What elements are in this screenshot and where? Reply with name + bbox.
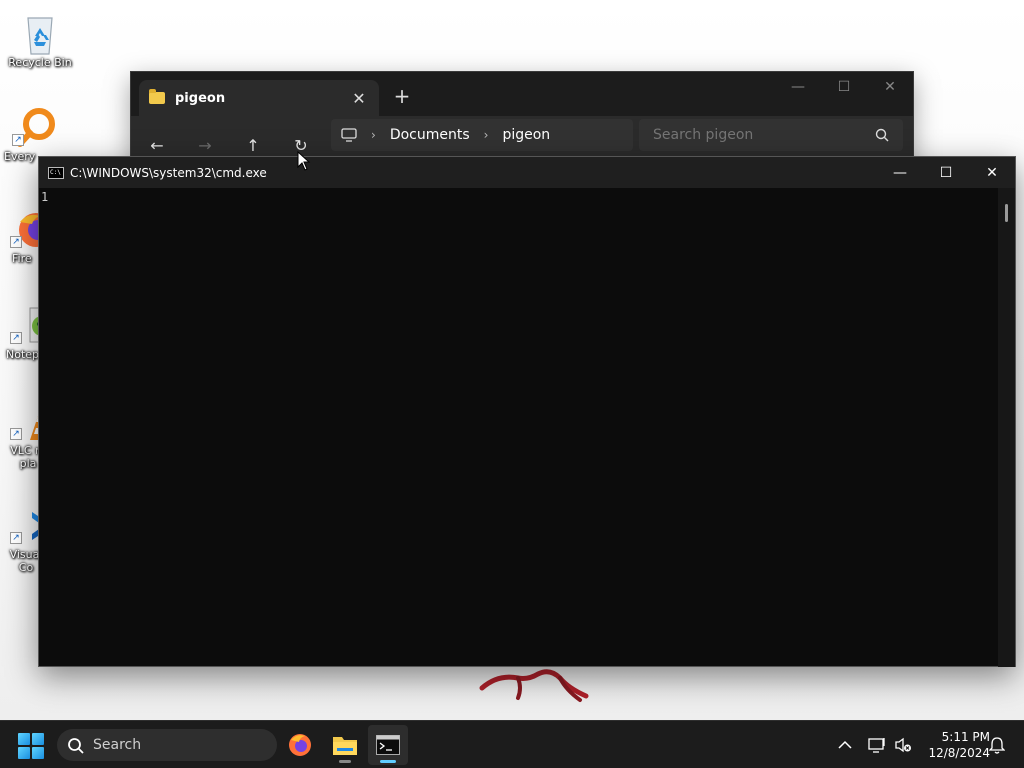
this-pc-icon [341, 128, 357, 142]
explorer-search-input[interactable] [639, 119, 903, 151]
volume-muted-icon [895, 737, 911, 753]
active-indicator [380, 760, 396, 763]
shortcut-arrow-icon: ↗ [10, 332, 22, 344]
shortcut-arrow-icon: ↗ [10, 236, 22, 248]
taskbar-clock[interactable]: 5:11 PM 12/8/2024 [918, 729, 990, 761]
recycle-bin-icon [20, 12, 60, 55]
folder-icon [333, 737, 357, 755]
explorer-minimize-button[interactable]: — [775, 72, 821, 102]
folder-icon [149, 89, 165, 104]
breadcrumb-separator: › [483, 128, 489, 142]
wallpaper-pigeon-feet [479, 669, 589, 702]
clock-date: 12/8/2024 [928, 746, 990, 760]
everything-search-icon: ↗ [12, 106, 55, 147]
show-hidden-icons-button[interactable] [834, 721, 856, 768]
explorer-tab-pigeon[interactable]: pigeon ✕ [139, 80, 379, 116]
search-icon [68, 738, 84, 754]
cmd-window[interactable]: C:\ C:\WINDOWS\system32\cmd.exe — ☐ ✕ 1 [38, 156, 1016, 667]
up-button[interactable]: ↑ [239, 131, 267, 159]
close-tab-icon[interactable]: ✕ [349, 89, 369, 108]
running-indicator [339, 760, 351, 763]
scrollbar-thumb[interactable] [1005, 204, 1008, 222]
start-button[interactable] [18, 733, 44, 759]
address-bar[interactable]: › Documents › pigeon [331, 119, 633, 151]
cmd-vertical-scrollbar[interactable] [998, 188, 1015, 667]
shortcut-arrow-icon: ↗ [10, 428, 22, 440]
taskbar-search-box[interactable]: Search [57, 729, 277, 761]
taskbar-file-explorer[interactable] [325, 725, 365, 765]
firefox-icon [289, 734, 311, 756]
explorer-window-controls: — ☐ ✕ [775, 72, 913, 102]
explorer-maximize-button[interactable]: ☐ [821, 72, 867, 102]
taskbar-firefox[interactable] [280, 725, 320, 765]
cmd-minimize-button[interactable]: — [877, 157, 923, 188]
forward-button[interactable]: → [191, 131, 219, 159]
everything-shortcut[interactable]: ↗ Every [0, 106, 70, 163]
explorer-tab-label: pigeon [175, 90, 226, 106]
windows-logo-icon [32, 747, 44, 759]
cmd-window-controls: — ☐ ✕ [877, 157, 1015, 188]
cmd-app-icon: C:\ [48, 166, 64, 179]
cmd-close-button[interactable]: ✕ [969, 157, 1015, 188]
volume-button[interactable] [892, 721, 914, 768]
cmd-maximize-button[interactable]: ☐ [923, 157, 969, 188]
breadcrumb-pigeon[interactable]: pigeon [502, 127, 550, 143]
cmd-window-title: C:\WINDOWS\system32\cmd.exe [70, 165, 267, 180]
terminal-icon [376, 735, 400, 755]
taskbar: Search 5:11 PM 12/8/2024 [0, 720, 1024, 768]
taskbar-terminal[interactable] [368, 725, 408, 765]
cmd-title-bar[interactable]: C:\ C:\WINDOWS\system32\cmd.exe — ☐ ✕ [39, 157, 1015, 188]
breadcrumb-separator: › [371, 128, 376, 142]
windows-logo-icon [18, 733, 30, 745]
breadcrumb-documents[interactable]: Documents [390, 127, 470, 143]
desktop-icon-label: Recycle Bin [8, 56, 72, 69]
explorer-tab-strip: pigeon ✕ + — ☐ ✕ [131, 72, 913, 116]
windows-logo-icon [18, 747, 30, 759]
mouse-pointer-icon [297, 151, 311, 171]
bell-icon [989, 737, 1005, 754]
notifications-button[interactable] [986, 721, 1008, 768]
new-tab-button[interactable]: + [391, 84, 413, 108]
network-status-button[interactable] [866, 721, 888, 768]
shortcut-arrow-icon: ↗ [10, 532, 22, 544]
chevron-up-icon [838, 740, 852, 749]
windows-logo-icon [32, 733, 44, 745]
cmd-console-output[interactable]: 1 [39, 188, 999, 667]
clock-time: 5:11 PM [941, 730, 990, 744]
network-icon [868, 738, 885, 753]
recycle-bin-shortcut[interactable]: Recycle Bin [2, 12, 78, 69]
shortcut-arrow-icon: ↗ [12, 134, 24, 146]
explorer-close-button[interactable]: ✕ [867, 72, 913, 102]
taskbar-search-label: Search [93, 737, 142, 753]
console-text: 1 [41, 190, 49, 204]
back-button[interactable]: ← [143, 131, 171, 159]
search-icon [875, 128, 889, 142]
